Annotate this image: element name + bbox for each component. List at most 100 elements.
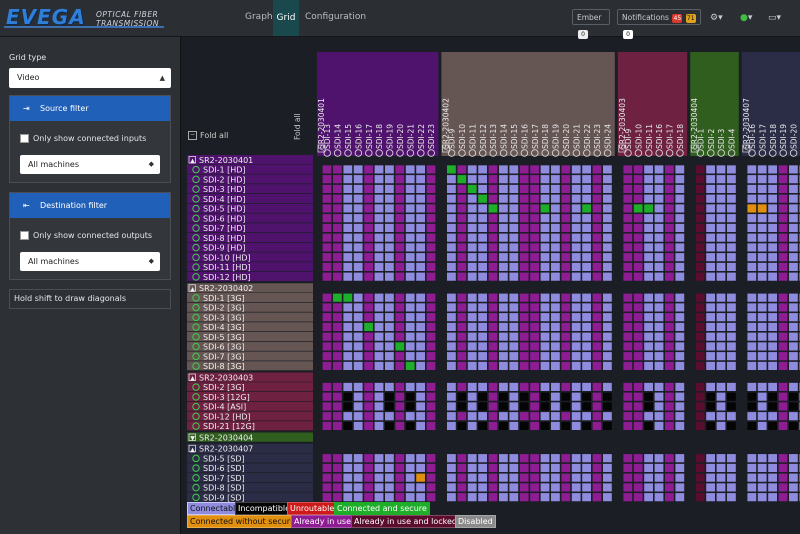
grid-cell[interactable] [789,382,798,391]
grid-cell[interactable] [426,194,436,203]
grid-cell[interactable] [727,392,736,401]
grid-cell[interactable] [768,223,777,232]
grid-cell[interactable] [716,204,726,213]
grid-cell[interactable] [665,184,674,193]
grid-cell[interactable] [416,473,425,482]
grid-cell[interactable] [426,382,436,391]
grid-cell[interactable] [333,421,342,430]
grid-cell[interactable] [706,483,715,492]
grid-cell[interactable] [530,473,539,482]
grid-cell[interactable] [603,233,612,242]
grid-cell[interactable] [416,303,425,312]
grid-cell[interactable] [727,165,736,174]
grid-cell[interactable] [644,352,653,361]
grid-cell[interactable] [333,483,342,492]
grid-cell[interactable] [353,293,363,302]
grid-cell[interactable] [592,293,602,302]
grid-cell[interactable] [571,392,581,401]
grid-cell[interactable] [561,473,571,482]
grid-cell[interactable] [364,243,373,252]
grid-cell[interactable] [343,184,353,193]
grid-cell[interactable] [519,361,529,370]
grid-cell[interactable] [644,473,653,482]
grid-cell[interactable] [716,322,726,331]
grid-cell[interactable] [665,223,674,232]
grid-cell[interactable] [675,313,685,322]
grid-cell[interactable] [571,272,581,281]
grid-cell[interactable] [706,421,715,430]
grid-cell[interactable] [374,293,384,302]
grid-cell[interactable] [509,253,519,262]
grid-cell[interactable] [633,243,643,252]
grid-cell[interactable] [716,463,726,472]
grid-cell[interactable] [385,313,394,322]
grid-cell[interactable] [385,184,394,193]
grid-cell[interactable] [592,382,602,391]
grid-cell[interactable] [603,194,612,203]
grid-cell[interactable] [395,293,405,302]
grid-cell[interactable] [385,421,394,430]
grid-cell[interactable] [467,184,477,193]
grid-cell[interactable] [675,421,685,430]
grid-cell[interactable] [364,204,373,213]
grid-cell[interactable] [633,352,643,361]
grid-cell[interactable] [551,175,560,184]
grid-cell[interactable] [395,352,405,361]
grid-cell[interactable] [592,392,602,401]
grid-cell[interactable] [654,483,664,492]
grid-cell[interactable] [768,293,777,302]
grid-cell[interactable] [727,493,736,502]
grid-cell[interactable] [571,322,581,331]
grid-cell[interactable] [571,412,581,421]
grid-cell[interactable] [768,463,777,472]
grid-cell[interactable] [488,194,498,203]
grid-cell[interactable] [478,223,487,232]
grid-cell[interactable] [592,332,602,341]
grid-cell[interactable] [561,293,571,302]
grid-cell[interactable] [582,272,591,281]
grid-cell[interactable] [592,322,602,331]
grid-cell[interactable] [654,194,664,203]
grid-cell[interactable] [457,382,467,391]
grid-cell[interactable] [333,454,342,463]
grid-cell[interactable] [395,253,405,262]
grid-cell[interactable] [426,243,436,252]
grid-cell[interactable] [353,493,363,502]
grid-cell[interactable] [789,272,798,281]
grid-cell[interactable] [488,352,498,361]
grid-cell[interactable] [757,463,767,472]
grid-cell[interactable] [374,175,384,184]
grid-cell[interactable] [665,483,674,492]
grid-cell[interactable] [364,184,373,193]
grid-cell[interactable] [519,382,529,391]
grid-cell[interactable] [519,303,529,312]
grid-cell[interactable] [757,243,767,252]
grid-cell[interactable] [654,272,664,281]
dest-port-label[interactable]: SDI-19 [552,124,561,149]
grid-cell[interactable] [322,342,332,351]
grid-cell[interactable] [768,175,777,184]
grid-cell[interactable] [561,272,571,281]
grid-cell[interactable] [706,402,715,411]
grid-cell[interactable] [551,194,560,203]
grid-cell[interactable] [457,272,467,281]
grid-cell[interactable] [478,272,487,281]
grid-cell[interactable] [353,322,363,331]
grid-cell[interactable] [395,223,405,232]
grid-cell[interactable] [603,243,612,252]
grid-cell[interactable] [374,352,384,361]
grid-cell[interactable] [385,204,394,213]
dest-port-label[interactable]: SDI-18 [541,124,550,149]
grid-cell[interactable] [447,352,456,361]
grid-cell[interactable] [675,493,685,502]
grid-cell[interactable] [467,421,477,430]
grid-cell[interactable] [333,342,342,351]
grid-cell[interactable] [727,184,736,193]
grid-cell[interactable] [540,204,550,213]
grid-cell[interactable] [768,473,777,482]
grid-cell[interactable] [727,175,736,184]
grid-cell[interactable] [488,361,498,370]
dest-port-label[interactable]: SDI-20 [396,124,405,149]
grid-cell[interactable] [395,313,405,322]
dest-port-label[interactable]: SDI-10 [634,124,643,149]
